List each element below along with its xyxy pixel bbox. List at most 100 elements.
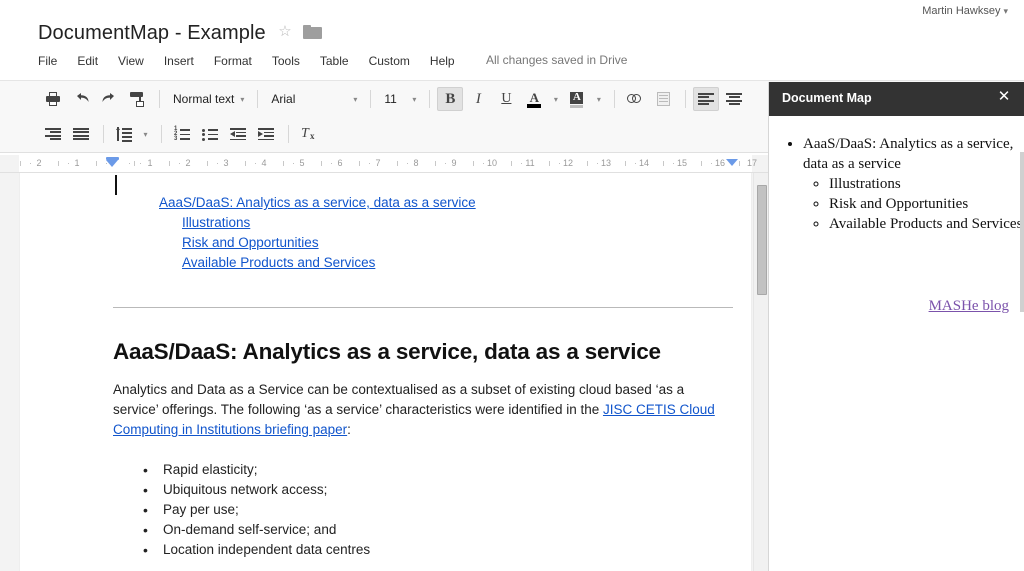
user-account-menu[interactable]: Martin Hawksey ▾ — [922, 4, 1008, 18]
document-map-scrollbar[interactable] — [1020, 150, 1024, 571]
bold-icon: B — [445, 90, 456, 107]
list-item: Pay per use; — [143, 500, 673, 520]
font-size-select[interactable]: 11 ▾ — [378, 88, 422, 110]
chevron-down-icon: ▾ — [143, 129, 148, 139]
toolbar-divider — [288, 125, 289, 143]
toc-link-4[interactable]: Available Products and Services — [182, 253, 673, 273]
align-center-icon — [726, 93, 743, 105]
right-indent-marker[interactable] — [726, 159, 738, 166]
left-indent-marker[interactable] — [106, 156, 119, 169]
font-family-value: Arial — [271, 92, 296, 106]
decrease-indent-icon — [230, 128, 246, 141]
document-map-body: AaaS/DaaS: Analytics as a service, data … — [769, 116, 1024, 571]
toolbar-divider — [161, 125, 162, 143]
chevron-down-icon: ▾ — [353, 94, 358, 104]
underline-icon: U — [501, 91, 512, 106]
folder-icon[interactable] — [303, 25, 322, 39]
toolbar-divider — [159, 90, 160, 108]
document-map-subitem[interactable]: Available Products and Services — [829, 214, 1024, 234]
comment-icon — [656, 92, 670, 106]
star-icon[interactable]: ☆ — [277, 24, 293, 40]
document-page[interactable]: AaaS/DaaS: Analytics as a service, data … — [19, 173, 752, 571]
highlight-color-button[interactable]: A — [564, 87, 590, 111]
toolbar-divider — [257, 90, 259, 108]
menu-tools[interactable]: Tools — [262, 51, 310, 71]
ruler-label: 13 — [600, 158, 612, 168]
undo-button[interactable] — [68, 87, 94, 111]
paragraph-style-select[interactable]: Normal text ▾ — [167, 88, 250, 110]
redo-button[interactable] — [96, 87, 122, 111]
clear-formatting-button[interactable]: Tx — [296, 122, 322, 146]
italic-icon: I — [475, 90, 481, 107]
decrease-indent-button[interactable] — [225, 122, 251, 146]
numbered-list-icon: 123 — [174, 126, 190, 142]
mashe-blog-link[interactable]: MASHe blog — [929, 298, 1009, 315]
scrollbar-thumb[interactable] — [1020, 152, 1024, 312]
ruler-label: 17 — [746, 158, 758, 168]
folder-body — [303, 27, 322, 39]
menu-insert[interactable]: Insert — [154, 51, 204, 71]
align-right-button[interactable] — [40, 122, 66, 146]
menu-bar: File Edit View Insert Format Tools Table… — [38, 50, 465, 72]
paragraph-text-part-2: : — [347, 422, 351, 437]
menu-table[interactable]: Table — [310, 51, 359, 71]
align-justify-button[interactable] — [68, 122, 94, 146]
increase-indent-button[interactable] — [253, 122, 279, 146]
insert-link-button[interactable] — [622, 87, 648, 111]
underline-button[interactable]: U — [493, 87, 519, 111]
document-map-list: AaaS/DaaS: Analytics as a service, data … — [769, 134, 1024, 234]
numbered-list-button[interactable]: 123 — [169, 122, 195, 146]
text-color-icon: A — [526, 90, 542, 108]
menu-custom[interactable]: Custom — [359, 51, 420, 71]
print-icon — [46, 92, 60, 106]
toc-link-1[interactable]: AaaS/DaaS: Analytics as a service, data … — [159, 193, 673, 213]
document-title[interactable]: DocumentMap - Example — [38, 20, 266, 46]
document-heading: AaaS/DaaS: Analytics as a service, data … — [113, 339, 661, 364]
scrollbar-thumb[interactable] — [757, 185, 767, 295]
italic-button[interactable]: I — [465, 87, 491, 111]
ruler-label: 4 — [261, 158, 267, 168]
font-family-select[interactable]: Arial ▾ — [265, 88, 363, 110]
document-vertical-scrollbar[interactable] — [753, 173, 768, 571]
document-map-item[interactable]: AaaS/DaaS: Analytics as a service, data … — [803, 134, 1024, 234]
menu-format[interactable]: Format — [204, 51, 262, 71]
list-item: On-demand self-service; and — [143, 520, 673, 540]
app-header: Martin Hawksey ▾ DocumentMap - Example ☆ … — [0, 0, 1024, 80]
horizontal-rule — [113, 307, 733, 308]
menu-file[interactable]: File — [38, 51, 67, 71]
close-icon[interactable]: ✕ — [996, 89, 1012, 105]
line-spacing-icon — [116, 127, 132, 142]
text-color-dropdown[interactable]: ▾ — [549, 87, 562, 111]
ruler-label: 15 — [676, 158, 688, 168]
line-spacing-dropdown[interactable]: ▾ — [139, 122, 152, 146]
insert-comment-button[interactable] — [650, 87, 676, 111]
bulleted-list-button[interactable] — [197, 122, 223, 146]
menu-view[interactable]: View — [108, 51, 154, 71]
chevron-down-icon: ▾ — [240, 94, 245, 104]
align-right-icon — [45, 128, 61, 140]
menu-help[interactable]: Help — [420, 51, 465, 71]
highlight-color-icon: A — [569, 91, 585, 108]
menu-edit[interactable]: Edit — [67, 51, 108, 71]
ruler-label: 16 — [714, 158, 726, 168]
toc-link-3[interactable]: Risk and Opportunities — [182, 233, 673, 253]
toc-link-2[interactable]: Illustrations — [182, 213, 673, 233]
ruler-label: 2 — [36, 158, 42, 168]
paint-format-icon — [130, 91, 144, 107]
highlight-color-dropdown[interactable]: ▾ — [592, 87, 605, 111]
ruler-label: 1 — [74, 158, 80, 168]
undo-icon — [76, 93, 88, 102]
document-ruler[interactable]: 2 1 1 2 3 4 5 6 7 8 9 10 11 12 13 14 15 … — [0, 155, 768, 173]
document-map-subitem[interactable]: Risk and Opportunities — [829, 194, 1024, 214]
bold-button[interactable]: B — [437, 87, 464, 111]
ruler-label: 3 — [223, 158, 229, 168]
text-color-button[interactable]: A — [521, 87, 547, 111]
align-left-button[interactable] — [693, 87, 720, 111]
document-map-subitem[interactable]: Illustrations — [829, 174, 1024, 194]
increase-indent-icon — [258, 128, 274, 141]
list-item: Ubiquitous network access; — [143, 480, 673, 500]
print-button[interactable] — [40, 87, 66, 111]
align-center-button[interactable] — [721, 87, 747, 111]
paint-format-button[interactable] — [124, 87, 150, 111]
line-spacing-button[interactable] — [111, 122, 137, 146]
